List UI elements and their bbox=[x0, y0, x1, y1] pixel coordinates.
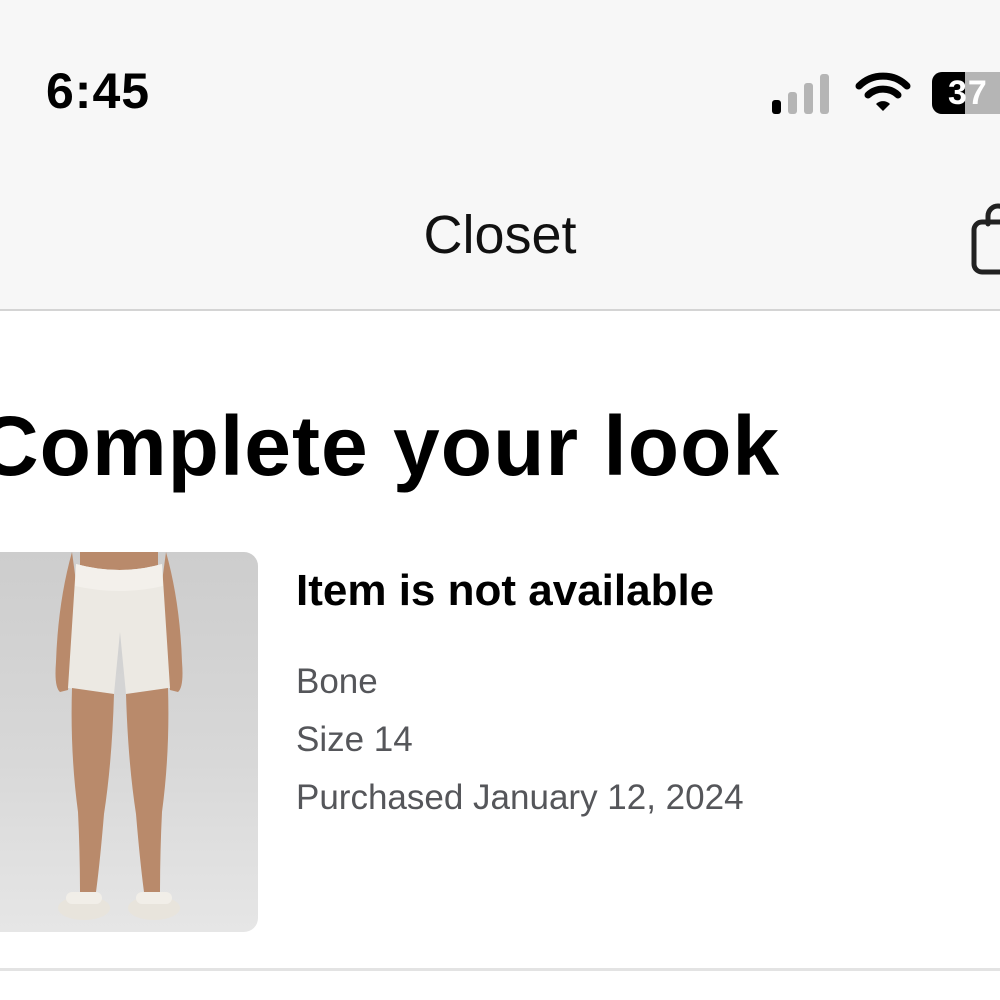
closet-screen: 6:45 37 Closet Complete your look Item i… bbox=[0, 0, 1000, 1000]
product-card[interactable]: Item is not available Bone Size 14 Purch… bbox=[0, 552, 1000, 937]
wifi-icon bbox=[855, 72, 911, 111]
product-size: Size 14 bbox=[296, 720, 413, 759]
battery-indicator: 37 bbox=[932, 72, 1000, 114]
battery-level: 37 bbox=[948, 74, 988, 112]
status-time: 6:45 bbox=[46, 63, 151, 119]
product-shorts-image bbox=[55, 552, 183, 920]
divider bbox=[0, 968, 1000, 971]
nav-header: Closet bbox=[0, 160, 1000, 311]
product-image[interactable] bbox=[0, 552, 258, 932]
status-bar: 6:45 37 bbox=[0, 0, 1000, 160]
page-title: Closet bbox=[423, 205, 577, 265]
shopping-bag-icon[interactable] bbox=[970, 198, 1000, 278]
cellular-signal-icon bbox=[772, 74, 829, 114]
purchase-date: Purchased January 12, 2024 bbox=[296, 778, 744, 817]
section-title: Complete your look bbox=[0, 399, 781, 493]
product-name: Item is not available bbox=[296, 566, 715, 615]
product-color: Bone bbox=[296, 662, 378, 701]
